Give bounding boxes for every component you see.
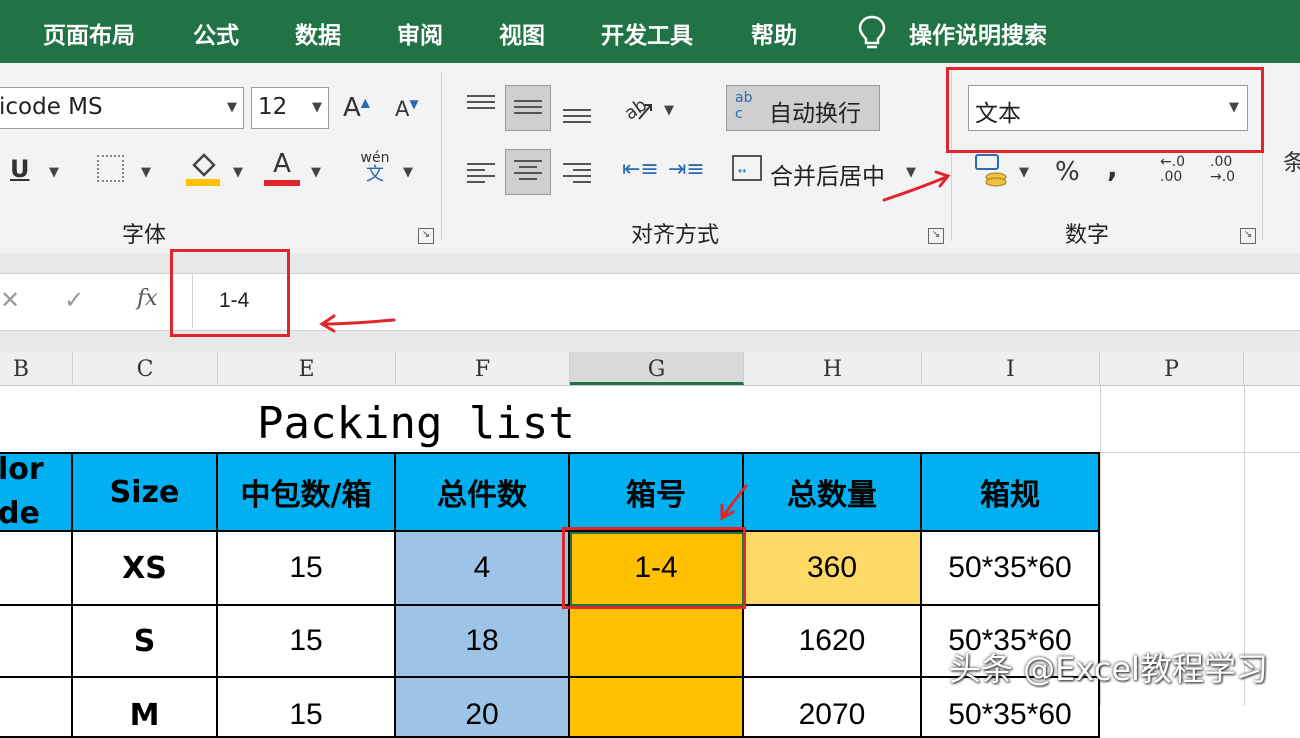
arrow-to-formula-box — [320, 318, 396, 326]
arrow-to-cell-box — [720, 484, 748, 520]
annotation-arrows — [319, 170, 951, 521]
arrow-to-format-box — [882, 175, 948, 202]
watermark: 头条 @Excel教程学习 — [949, 650, 1268, 688]
